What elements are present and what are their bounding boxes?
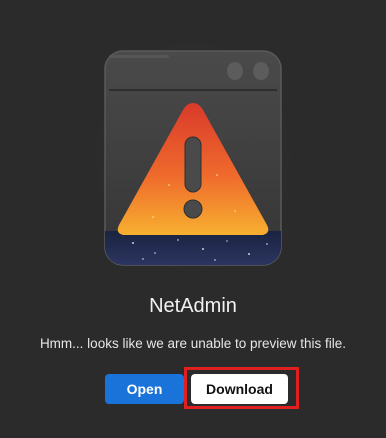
file-preview-panel: NetAdmin Hmm... looks like we are unable… xyxy=(0,0,386,438)
preview-error-message: Hmm... looks like we are unable to previ… xyxy=(39,336,347,351)
file-name-title: NetAdmin xyxy=(149,295,237,317)
download-button[interactable]: Download xyxy=(191,374,288,404)
warning-illustration-icon xyxy=(93,39,293,275)
open-button[interactable]: Open xyxy=(105,374,184,404)
